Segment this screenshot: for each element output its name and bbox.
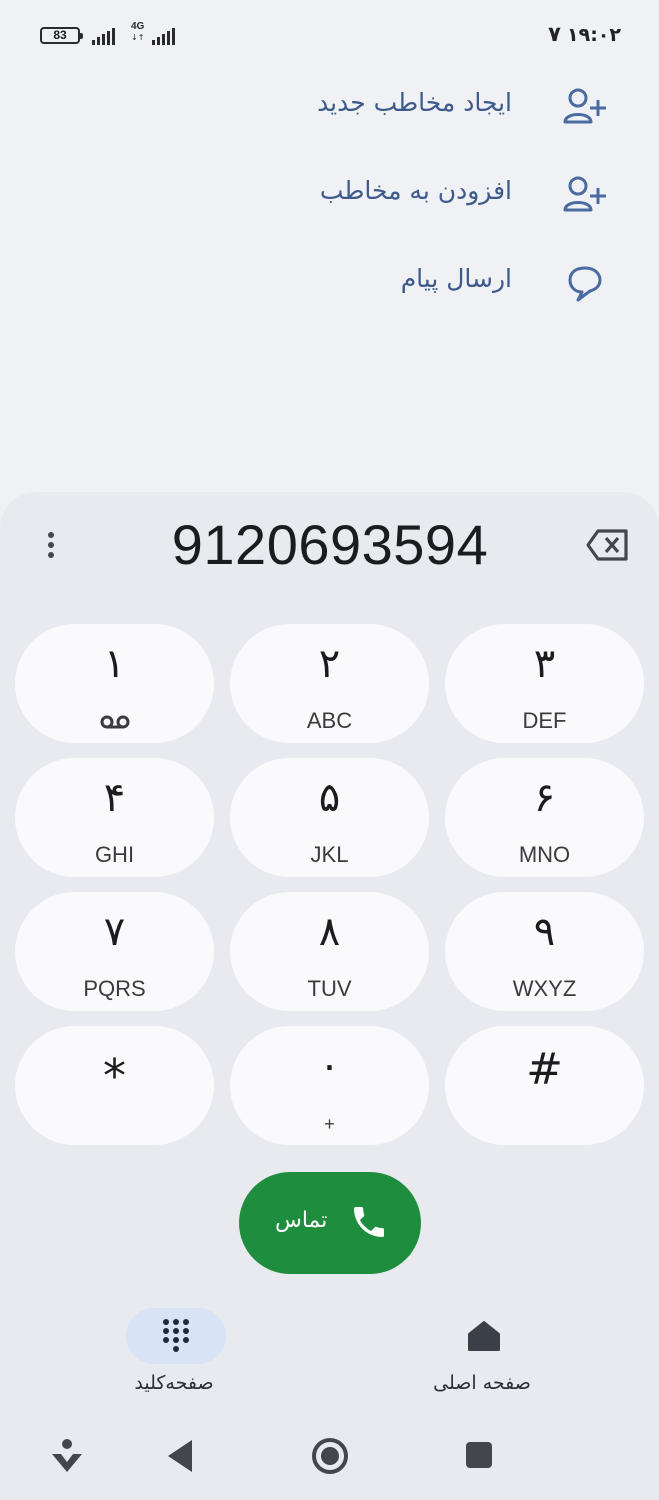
key-hash[interactable]: # [445,1026,644,1145]
key-2[interactable]: ۲ ABC [230,624,429,743]
action-label: ایجاد مخاطب جدید [317,88,512,117]
action-label: ارسال پیام [400,264,512,293]
key-digit: ۰ [318,1043,341,1089]
more-options-icon[interactable] [36,530,66,560]
key-digit: ۷ [103,909,126,955]
key-1[interactable]: ۱ [15,624,214,743]
key-letters: MNO [518,842,571,867]
key-5[interactable]: ۵ JKL [230,758,429,877]
key-digit: ۳ [533,641,556,687]
dialpad-icon [163,1319,189,1352]
network-type: 4G [131,21,145,32]
dialed-number[interactable]: 9120693594 [100,510,560,580]
recents-icon[interactable] [464,1440,494,1470]
back-icon[interactable] [166,1438,196,1474]
key-digit: ۵ [318,775,341,821]
nav-home-label: صفحه اصلی [433,1372,531,1394]
key-letters: DEF [522,708,567,733]
nav-home[interactable]: صفحه اصلی [402,1308,562,1398]
home-icon [468,1321,500,1351]
action-label: افزودن به مخاطب [319,176,512,205]
key-6[interactable]: ۶ MNO [445,758,644,877]
key-0[interactable]: ۰ + [230,1026,429,1145]
key-4[interactable]: ۴ GHI [15,758,214,877]
key-digit: # [526,1044,563,1095]
add-to-contact-action[interactable]: افزودن به مخاطب [0,164,659,224]
battery-indicator: 83 [40,27,83,44]
data-activity-icon: ↓↑ [131,33,145,42]
notification-indicator: ۷ [548,22,561,46]
nav-keypad[interactable]: صفحه‌کلید [94,1308,254,1398]
key-letters: ABC [306,708,353,733]
key-letters: TUV [307,976,352,1001]
key-letters: WXYZ [512,976,577,1001]
key-digit: ۴ [103,775,126,821]
key-9[interactable]: ۹ WXYZ [445,892,644,1011]
key-digit: ۱ [103,641,126,687]
voicemail-icon [100,715,130,729]
key-letters: JKL [310,842,349,867]
system-navigation-bar [0,1420,659,1500]
message-bubble-icon [568,266,602,302]
nav-keypad-label: صفحه‌کلید [134,1372,214,1394]
key-letters: PQRS [83,976,146,1001]
key-7[interactable]: ۷ PQRS [15,892,214,1011]
key-8[interactable]: ۸ TUV [230,892,429,1011]
add-person-icon [563,88,606,124]
add-person-icon [563,176,606,212]
call-label: تماس [275,1208,328,1233]
signal-strength-icon [92,28,115,45]
key-3[interactable]: ۳ DEF [445,624,644,743]
phone-icon [354,1207,384,1237]
key-digit: ۹ [533,909,556,955]
key-star[interactable]: * [15,1026,214,1145]
key-digit: ۲ [318,641,341,687]
key-digit: ۶ [533,775,556,821]
backspace-icon[interactable] [586,528,630,562]
home-button-icon[interactable] [310,1436,350,1476]
key-letters: GHI [94,842,135,867]
create-new-contact-action[interactable]: ایجاد مخاطب جدید [0,76,659,136]
key-digit: ۸ [318,909,341,955]
key-digit: * [103,1049,126,1103]
key-letters: + [324,1114,335,1134]
status-clock: ۱۹:۰۲ [567,24,621,46]
send-message-action[interactable]: ارسال پیام [0,252,659,312]
signal-strength-icon-2 [152,28,175,45]
assistant-icon[interactable] [48,1436,86,1476]
call-button[interactable]: تماس [239,1172,421,1274]
status-bar: 83 4G ↓↑ ۷ ۱۹:۰۲ [0,0,659,70]
